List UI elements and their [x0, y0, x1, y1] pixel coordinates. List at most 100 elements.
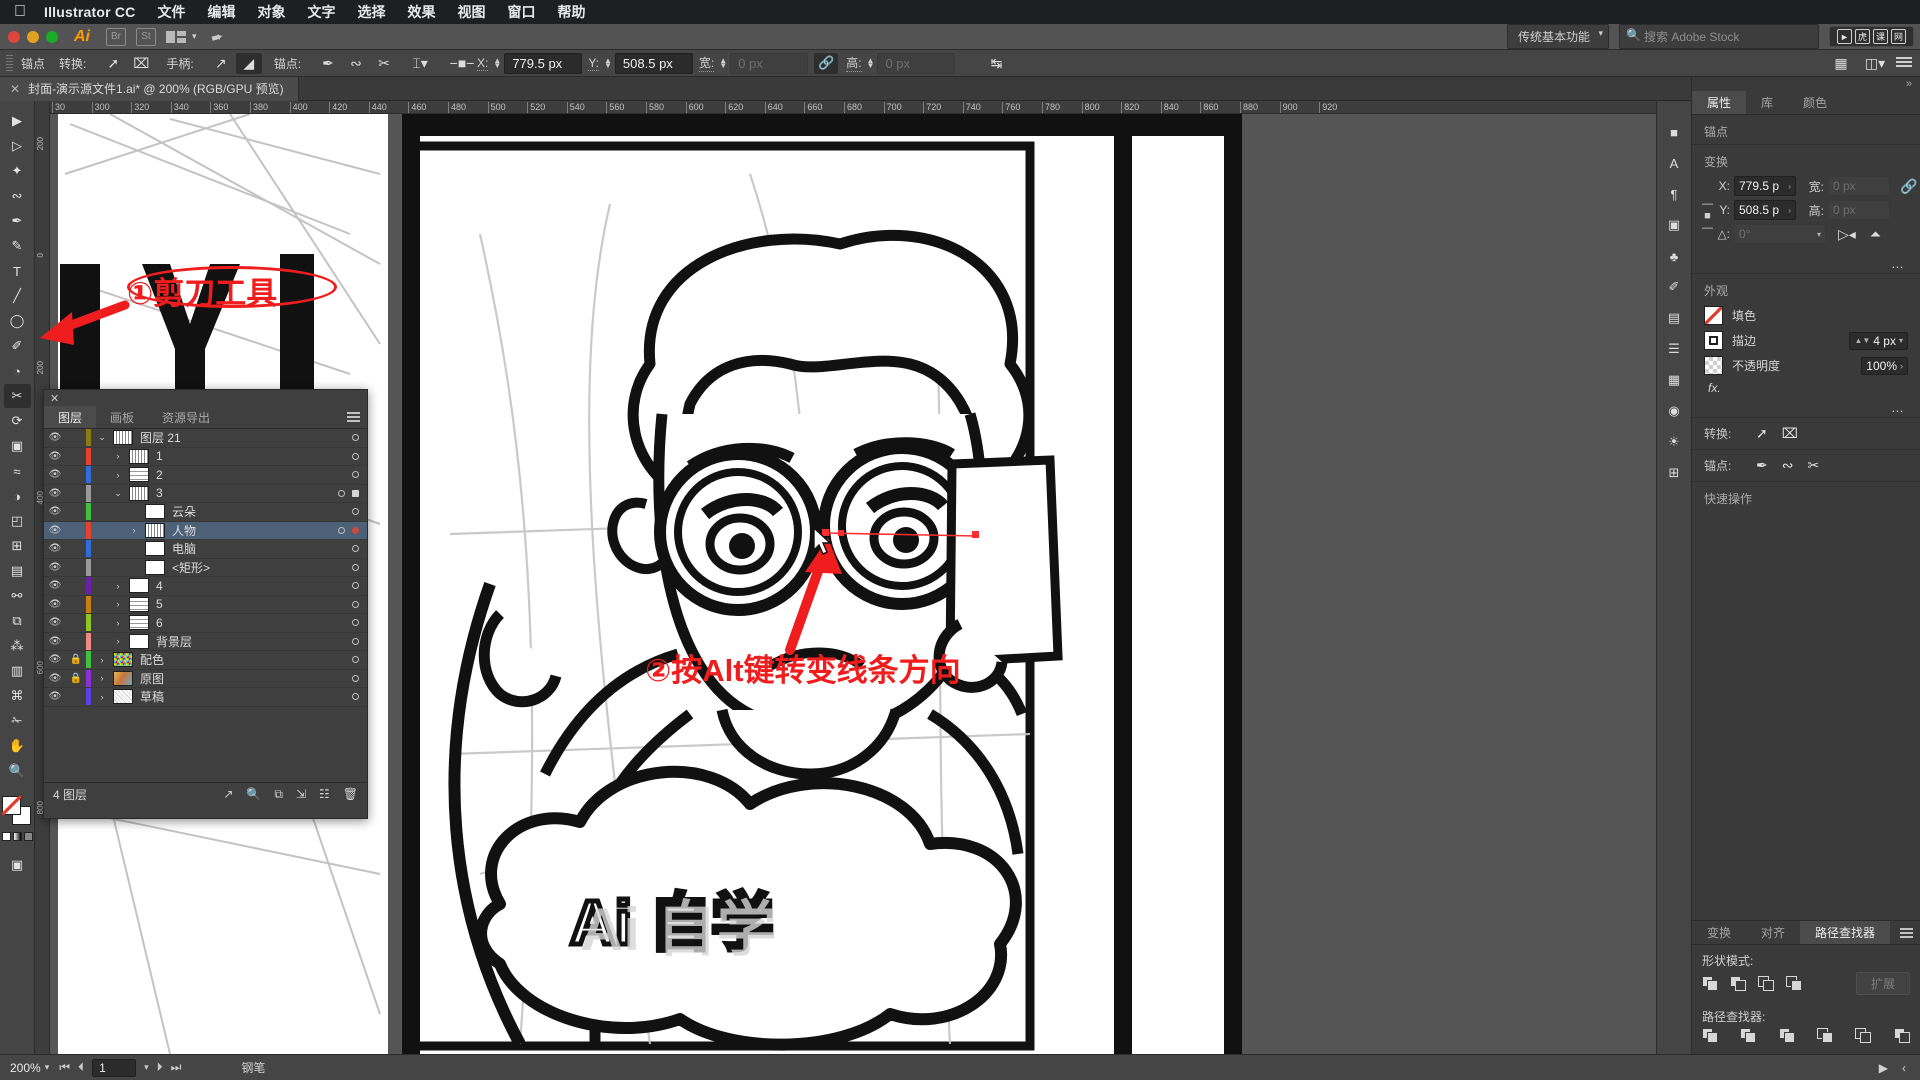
tool-type[interactable]: T: [4, 259, 31, 283]
tab-color[interactable]: 颜色: [1788, 91, 1842, 114]
layer-name-label[interactable]: 5: [156, 597, 352, 611]
layer-row[interactable]: 👁 › 1: [44, 447, 367, 466]
menu-item-select[interactable]: 选择: [357, 2, 385, 22]
crop-icon[interactable]: [1816, 1028, 1833, 1044]
zoom-level-selector[interactable]: 200% ▾: [0, 1061, 59, 1075]
workspace-switcher[interactable]: 传统基本功能: [1506, 24, 1609, 49]
tool-width[interactable]: ≈: [4, 459, 31, 483]
panel-menu-icon[interactable]: [347, 412, 360, 422]
pen-anchor-icon[interactable]: ✒: [1756, 457, 1768, 474]
transform-more-options-icon[interactable]: …: [1692, 254, 1920, 273]
layer-row[interactable]: 👁 ⌄ 3: [44, 484, 367, 503]
layer-row[interactable]: 👁 › 草稿: [44, 688, 367, 707]
close-icon[interactable]: ✕: [50, 392, 59, 405]
layer-visibility-icon[interactable]: 👁: [44, 654, 66, 665]
x-field[interactable]: X: ▲ ▼ 779.5 px: [477, 52, 583, 74]
last-artboard-button[interactable]: ⏭: [171, 1060, 182, 1075]
layer-name-label[interactable]: 原图: [140, 670, 352, 687]
layer-target-circle[interactable]: [352, 693, 359, 701]
collapse-dock-icon[interactable]: »: [1906, 78, 1912, 90]
control-bar-menu-icon[interactable]: [1896, 57, 1912, 69]
flip-vertical-icon[interactable]: ⏶: [1870, 226, 1881, 243]
layer-name-label[interactable]: 2: [156, 468, 352, 482]
tool-hand[interactable]: ✋: [4, 734, 31, 758]
chevron-right-icon[interactable]: ›: [1900, 361, 1903, 371]
play-icon[interactable]: ▶: [1879, 1061, 1888, 1075]
layer-visibility-icon[interactable]: 👁: [44, 488, 66, 499]
chevron-down-icon[interactable]: ⌄: [91, 432, 113, 443]
align-panel-icon[interactable]: ↹: [983, 53, 1009, 74]
chevron-right-icon[interactable]: ›: [91, 673, 113, 683]
intersect-icon[interactable]: [1758, 975, 1776, 992]
tool-symbol-sprayer[interactable]: ⁂: [4, 634, 31, 658]
layer-target-circle[interactable]: [352, 637, 359, 645]
maximize-window-button[interactable]: [46, 30, 58, 43]
width-input[interactable]: 0 px: [730, 52, 809, 74]
stock-search-input[interactable]: 🔍 搜索 Adobe Stock: [1619, 24, 1819, 49]
tool-slice[interactable]: ✁: [4, 709, 31, 733]
menu-item-object[interactable]: 对象: [257, 2, 285, 22]
layer-name-label[interactable]: 3: [156, 486, 338, 500]
remove-anchor-icon[interactable]: ∾: [1782, 457, 1794, 474]
merge-icon[interactable]: [1778, 1028, 1795, 1044]
bridge-button[interactable]: Br: [106, 27, 126, 46]
layout-icon[interactable]: ◫▾: [1862, 53, 1888, 74]
delete-layer-icon[interactable]: 🗑: [343, 787, 358, 802]
layer-visibility-icon[interactable]: 👁: [44, 525, 66, 536]
type-panel-icon[interactable]: A: [1662, 152, 1687, 174]
locate-object-icon[interactable]: 🔍: [246, 787, 261, 802]
share-rocket-icon[interactable]: ➨: [208, 26, 226, 47]
layer-target-circle[interactable]: [352, 674, 359, 682]
layer-row[interactable]: 👁 云朵: [44, 503, 367, 522]
cut-path-icon[interactable]: ✂: [371, 53, 397, 74]
menu-item-type[interactable]: 文字: [307, 2, 335, 22]
prev-artboard-button[interactable]: ⏴: [78, 1060, 84, 1075]
convert-to-corner-icon[interactable]: ➚: [100, 53, 126, 74]
trim-icon[interactable]: [1740, 1028, 1757, 1044]
remove-anchor-icon[interactable]: ∾: [343, 53, 369, 74]
layer-target-circle[interactable]: [338, 526, 345, 534]
align-anchor-icon[interactable]: −■−: [449, 53, 475, 74]
height-stepper[interactable]: ▲ ▼: [867, 57, 875, 70]
apple-logo-icon[interactable]: : [14, 4, 26, 20]
tool-free-transform[interactable]: ▣: [4, 434, 31, 458]
tool-shape-builder[interactable]: ◑: [4, 484, 31, 508]
align-panel-icon[interactable]: ▦: [1662, 369, 1687, 391]
menu-item-file[interactable]: 文件: [157, 2, 185, 22]
chevron-down-icon[interactable]: ▾: [1899, 336, 1903, 345]
layer-row[interactable]: 👁 🔒 › 配色: [44, 651, 367, 670]
fx-row[interactable]: fx.: [1692, 378, 1920, 398]
tool-ellipse[interactable]: ◯: [4, 309, 31, 333]
horizontal-ruler[interactable]: 30 300 320 340 360 380 400 420 440 460 480 500 520 54…: [50, 101, 1691, 114]
show-handles-icon[interactable]: ↗: [208, 53, 234, 74]
width-stepper[interactable]: ▲ ▼: [719, 57, 727, 70]
tool-screen-mode[interactable]: ▣: [4, 853, 31, 877]
layer-name-label[interactable]: 图层 21: [140, 429, 352, 446]
tab-properties[interactable]: 属性: [1692, 91, 1747, 114]
expand-button[interactable]: 扩展: [1855, 972, 1910, 995]
window-controls[interactable]: [8, 30, 58, 43]
chevron-down-icon[interactable]: ▾: [192, 31, 197, 42]
layers-list[interactable]: 👁 ⌄ 图层 21 👁 › 1 👁 › 2 👁 ⌄ 3 👁 云朵 👁 › 人物 👁 电脑 👁 <矩形> 👁 › 4 👁 › 5 👁 › 6…: [44, 429, 367, 782]
tool-pen[interactable]: ✒: [4, 209, 31, 233]
convert-to-smooth-icon[interactable]: ⌧: [1782, 425, 1798, 442]
layers-panel-titlebar[interactable]: ✕: [44, 390, 367, 406]
menu-item-help[interactable]: 帮助: [557, 2, 585, 22]
tool-magic-wand[interactable]: ✦: [4, 159, 31, 183]
layer-lock-icon[interactable]: 🔒: [66, 673, 86, 684]
fill-swatch[interactable]: [1704, 306, 1723, 325]
gradient-swatch-button[interactable]: [12, 832, 22, 841]
tool-line-segment[interactable]: ╱: [4, 284, 31, 308]
stroke-weight-input[interactable]: ▲▼ 4 px ▾: [1849, 331, 1908, 350]
tab-asset-export[interactable]: 资源导出: [148, 406, 224, 428]
tool-curvature[interactable]: ✎: [4, 234, 31, 258]
y-stepper[interactable]: ▲ ▼: [604, 57, 612, 70]
layer-name-label[interactable]: 人物: [172, 522, 338, 539]
tool-perspective-grid[interactable]: ◰: [4, 509, 31, 533]
convert-to-smooth-icon[interactable]: ⌧: [128, 53, 154, 74]
menu-item-window[interactable]: 窗口: [507, 2, 535, 22]
tool-shaper[interactable]: ◔: [4, 359, 31, 383]
layer-name-label[interactable]: 配色: [140, 651, 352, 668]
layer-name-label[interactable]: 电脑: [172, 540, 352, 557]
artboard-number-input[interactable]: 1: [92, 1058, 137, 1077]
